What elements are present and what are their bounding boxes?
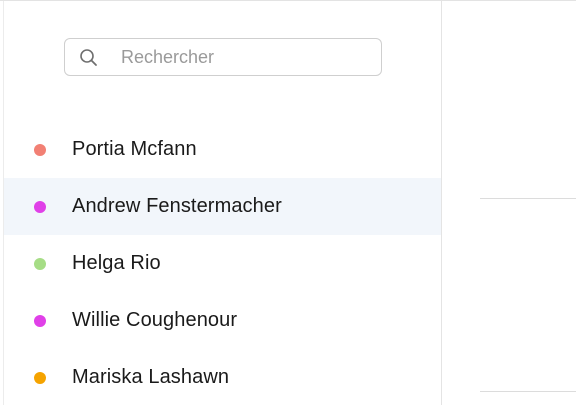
divider (480, 198, 576, 199)
contact-name: Helga Rio (72, 252, 161, 274)
status-dot-icon (34, 257, 46, 270)
contact-name: Andrew Fenstermacher (72, 195, 282, 217)
contacts-sidebar: Portia Mcfann Andrew Fenstermacher Helga… (4, 1, 442, 405)
contact-item-1[interactable]: Andrew Fenstermacher (4, 178, 441, 235)
search-icon (79, 48, 99, 68)
contact-name: Mariska Lashawn (72, 366, 230, 388)
contact-item-3[interactable]: Willie Coughenour (4, 292, 441, 349)
status-dot-icon (34, 314, 46, 327)
divider (480, 391, 576, 392)
contact-item-4[interactable]: Mariska Lashawn (4, 349, 441, 406)
app-window: Portia Mcfann Andrew Fenstermacher Helga… (0, 0, 576, 405)
status-dot-icon (34, 143, 46, 156)
status-dot-icon (34, 200, 46, 213)
contact-name: Portia Mcfann (72, 138, 197, 160)
contact-item-0[interactable]: Portia Mcfann (4, 121, 441, 178)
contact-list: Portia Mcfann Andrew Fenstermacher Helga… (4, 121, 441, 406)
contact-item-2[interactable]: Helga Rio (4, 235, 441, 292)
search-input[interactable] (121, 46, 371, 68)
status-dot-icon (34, 371, 46, 384)
search-box[interactable] (64, 38, 382, 76)
detail-pane (442, 1, 576, 405)
contact-name: Willie Coughenour (72, 309, 238, 331)
